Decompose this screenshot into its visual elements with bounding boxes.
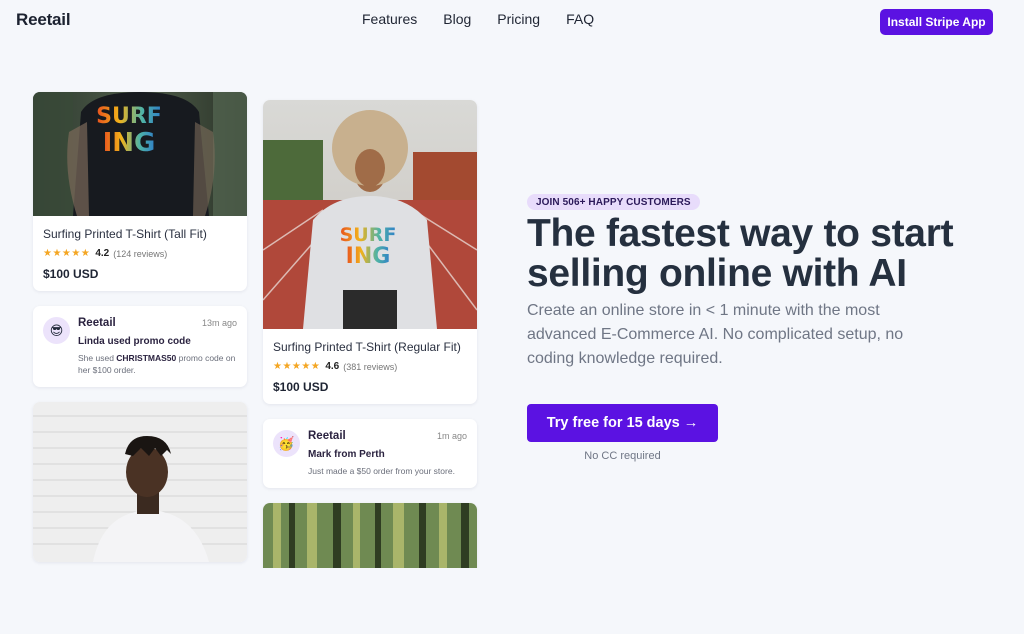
- notification-text: Just made a $50 order from your store.: [308, 466, 455, 476]
- shirt-text-top: SURF: [96, 104, 162, 129]
- customers-badge: JOIN 506+ HAPPY CUSTOMERS: [527, 194, 700, 210]
- product-image: [263, 503, 477, 568]
- product-title: Surfing Printed T-Shirt (Regular Fit): [273, 340, 461, 354]
- cool-face-avatar: 😎: [43, 317, 70, 344]
- product-card[interactable]: SURF ING Surfing Printed T-Shirt (Regula…: [263, 100, 477, 404]
- notification-title: Linda used promo code: [78, 336, 191, 347]
- notification-time: 1m ago: [436, 431, 467, 441]
- notification-brand: Reetail: [78, 317, 116, 329]
- hero-headline: The fastest way to start selling online …: [527, 212, 954, 295]
- hero-subheadline: Create an online store in < 1 minute wit…: [527, 302, 904, 367]
- product-image: SURF ING: [263, 100, 477, 329]
- nav-link-features[interactable]: Features: [362, 11, 417, 27]
- rating-row: ★★★★★ 4.6 (381 reviews): [273, 361, 467, 372]
- notification-time: 13m ago: [201, 318, 237, 328]
- product-image: [33, 402, 247, 562]
- gallery-column-2: SURF ING Surfing Printed T-Shirt (Regula…: [263, 100, 477, 568]
- product-card[interactable]: [263, 503, 477, 568]
- nav-link-blog[interactable]: Blog: [443, 11, 471, 27]
- rating-value: 4.2: [95, 248, 110, 259]
- product-price: $100 USD: [273, 380, 329, 394]
- top-nav: Reetail Features Blog Pricing FAQ Instal…: [0, 0, 1024, 44]
- party-face-avatar: 🥳: [273, 430, 300, 457]
- notification-brand: Reetail: [308, 430, 346, 442]
- shirt-text-top: SURF: [340, 224, 397, 246]
- try-free-button[interactable]: Try free for 15 days →: [527, 404, 718, 442]
- tshirt-photo: SURF ING: [33, 92, 247, 216]
- review-count: (124 reviews): [113, 248, 168, 259]
- gallery-column-1: SURF ING Surfing Printed T-Shirt (Tall F…: [33, 92, 247, 568]
- product-title: Surfing Printed T-Shirt (Tall Fit): [43, 227, 207, 241]
- notification-card: 😎 Reetail 13m ago Linda used promo code …: [33, 306, 247, 387]
- product-card[interactable]: SURF ING Surfing Printed T-Shirt (Tall F…: [33, 92, 247, 291]
- review-count: (381 reviews): [343, 361, 398, 372]
- shirt-text-bottom: ING: [346, 244, 391, 269]
- notification-text: She used CHRISTMAS50 promo code on her $…: [78, 353, 236, 375]
- product-price: $100 USD: [43, 267, 99, 281]
- product-gallery: SURF ING Surfing Printed T-Shirt (Tall F…: [0, 44, 500, 568]
- product-card[interactable]: [33, 402, 247, 562]
- shirt-text-bottom: ING: [103, 128, 156, 158]
- stars-icon: ★★★★★: [43, 248, 91, 259]
- sweatshirt-photo: SURF ING: [263, 100, 477, 329]
- rating-value: 4.6: [325, 361, 340, 372]
- product-info: Surfing Printed T-Shirt (Tall Fit) ★★★★★…: [33, 216, 247, 291]
- no-cc-note: No CC required: [584, 450, 661, 462]
- notification-title: Mark from Perth: [308, 449, 385, 460]
- bamboo-photo: [263, 503, 477, 568]
- nav-link-faq[interactable]: FAQ: [566, 11, 594, 27]
- stars-icon: ★★★★★: [273, 361, 321, 372]
- rating-row: ★★★★★ 4.2 (124 reviews): [43, 248, 237, 259]
- product-info: Surfing Printed T-Shirt (Regular Fit) ★★…: [263, 329, 477, 404]
- install-stripe-app-button[interactable]: Install Stripe App: [880, 9, 993, 35]
- nav-link-pricing[interactable]: Pricing: [497, 11, 540, 27]
- notification-card: 🥳 Reetail 1m ago Mark from Perth Just ma…: [263, 419, 477, 488]
- model-photo: [33, 402, 247, 562]
- nav-links: Features Blog Pricing FAQ: [362, 11, 620, 27]
- promo-code: CHRISTMAS50: [116, 353, 177, 363]
- logo[interactable]: Reetail: [16, 10, 71, 30]
- product-image: SURF ING: [33, 92, 247, 216]
